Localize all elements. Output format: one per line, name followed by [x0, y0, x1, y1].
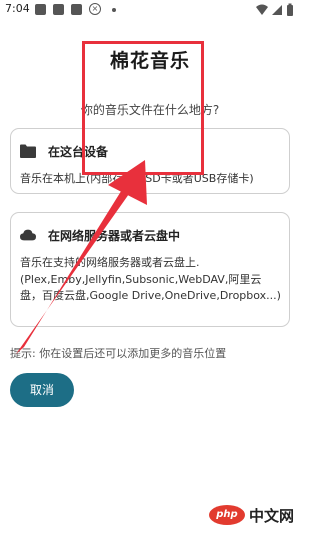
- watermark-badge: php: [208, 505, 245, 525]
- status-time: 7:04: [5, 2, 30, 15]
- folder-icon: [20, 144, 36, 158]
- option-description: 音乐在支持的网络服务器或者云盘上.(Plex,Emby,Jellyfin,Sub…: [20, 256, 281, 302]
- signal-icon: [272, 5, 282, 15]
- system-status-icons: [256, 3, 293, 16]
- dot-icon: [112, 8, 116, 12]
- watermark-logo: php 中文网: [208, 504, 294, 526]
- option-title: 在网络服务器或者云盘中: [48, 228, 181, 243]
- blocked-circle-icon: ×: [89, 3, 101, 15]
- app-screen: 7:04 × 棉花音乐 你的音乐文件在什么地方? 在这台设备 音乐在本机上(内部…: [0, 0, 300, 534]
- status-bar: 7:04 ×: [0, 0, 300, 20]
- annotation-highlight-box: [82, 41, 204, 175]
- notification-square-icon: [53, 4, 64, 15]
- battery-icon: [287, 5, 293, 16]
- tip-text: 提示: 你在设置后还可以添加更多的音乐位置: [10, 347, 227, 360]
- watermark-text: 中文网: [248, 506, 294, 525]
- cloud-icon: [20, 229, 36, 241]
- option-header: 在网络服务器或者云盘中: [20, 227, 180, 243]
- cancel-button[interactable]: 取消: [10, 373, 74, 407]
- wifi-icon: [256, 4, 268, 15]
- option-network-cloud[interactable]: 在网络服务器或者云盘中 音乐在支持的网络服务器或者云盘上.(Plex,Emby,…: [10, 212, 290, 327]
- notification-square-icon: [71, 4, 82, 15]
- notification-square-icon: [35, 4, 46, 15]
